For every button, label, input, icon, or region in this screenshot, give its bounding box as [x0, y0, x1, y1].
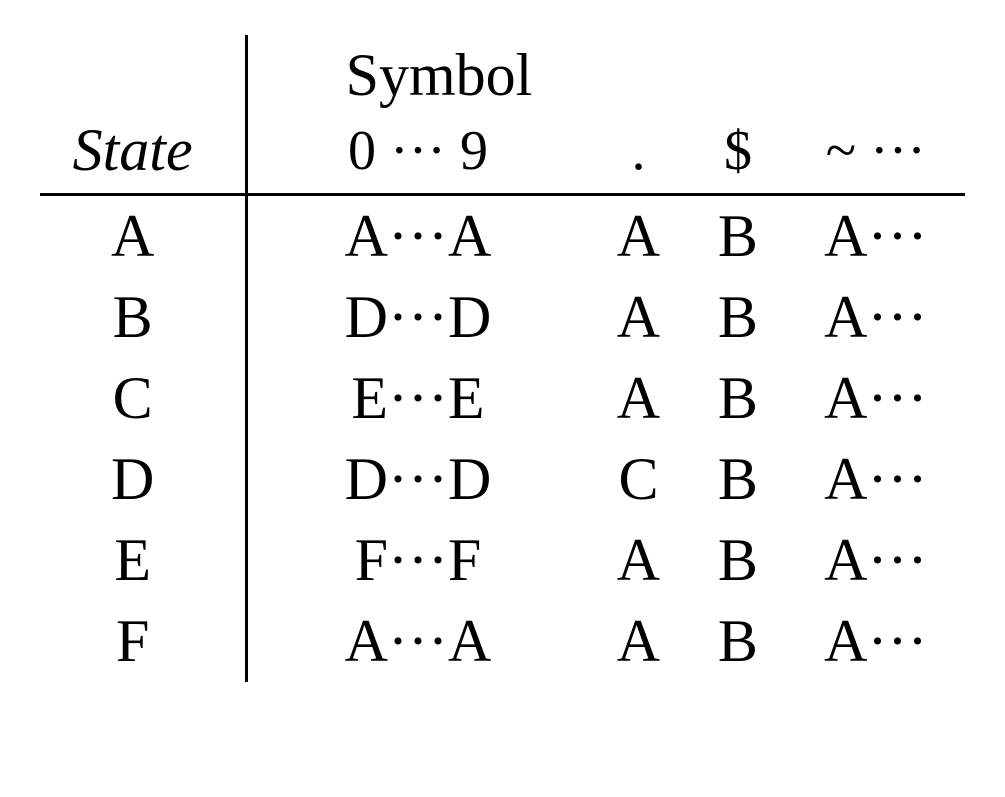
- empty-header-cell: [588, 35, 690, 110]
- symbol-group-header: Symbol: [247, 35, 588, 110]
- state-header: State: [40, 110, 247, 195]
- cell-value: A: [588, 277, 690, 358]
- empty-corner-cell: [40, 35, 247, 110]
- cell-value: A···: [787, 601, 965, 682]
- cell-value: A···: [787, 520, 965, 601]
- empty-header-cell: [689, 35, 786, 110]
- table-row: A A···A A B A···: [40, 195, 965, 278]
- table-super-header-row: Symbol: [40, 35, 965, 110]
- cell-value: A: [588, 601, 690, 682]
- state-symbol-table: Symbol State 0 ··· 9 . $ ~ ··· A A···A A…: [40, 35, 965, 682]
- cell-value: B: [689, 195, 786, 278]
- cell-value: A···: [787, 439, 965, 520]
- state-label: D: [40, 439, 247, 520]
- cell-value: A···A: [247, 195, 588, 278]
- cell-value: A···: [787, 277, 965, 358]
- cell-value: B: [689, 439, 786, 520]
- cell-value: B: [689, 277, 786, 358]
- col-header-tilde: ~ ···: [787, 110, 965, 195]
- cell-value: A···: [787, 358, 965, 439]
- state-label: C: [40, 358, 247, 439]
- state-label: A: [40, 195, 247, 278]
- state-label: B: [40, 277, 247, 358]
- cell-value: F···F: [247, 520, 588, 601]
- col-header-dollar: $: [689, 110, 786, 195]
- table-row: C E···E A B A···: [40, 358, 965, 439]
- cell-value: A···: [787, 195, 965, 278]
- empty-header-cell: [787, 35, 965, 110]
- cell-value: B: [689, 601, 786, 682]
- col-header-dot: .: [588, 110, 690, 195]
- cell-value: E···E: [247, 358, 588, 439]
- table-header-row: State 0 ··· 9 . $ ~ ···: [40, 110, 965, 195]
- table-row: D D···D C B A···: [40, 439, 965, 520]
- table-row: B D···D A B A···: [40, 277, 965, 358]
- table-row: E F···F A B A···: [40, 520, 965, 601]
- cell-value: A···A: [247, 601, 588, 682]
- cell-value: D···D: [247, 277, 588, 358]
- cell-value: B: [689, 520, 786, 601]
- table-row: F A···A A B A···: [40, 601, 965, 682]
- cell-value: D···D: [247, 439, 588, 520]
- cell-value: C: [588, 439, 690, 520]
- state-label: F: [40, 601, 247, 682]
- cell-value: A: [588, 520, 690, 601]
- cell-value: B: [689, 358, 786, 439]
- state-label: E: [40, 520, 247, 601]
- cell-value: A: [588, 358, 690, 439]
- cell-value: A: [588, 195, 690, 278]
- col-header-digits: 0 ··· 9: [247, 110, 588, 195]
